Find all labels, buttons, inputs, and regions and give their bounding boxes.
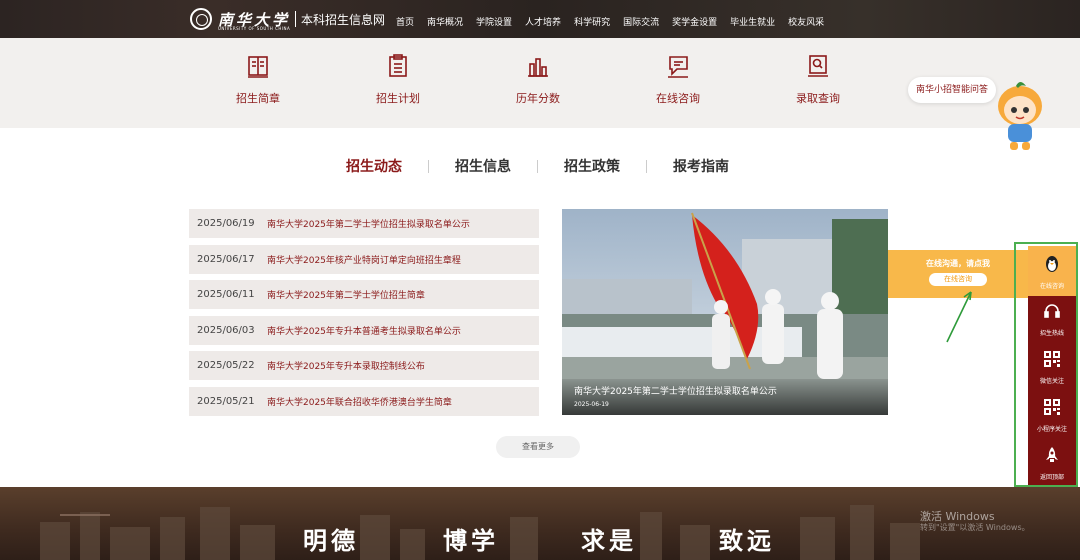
news-title[interactable]: 南华大学2025年联合招收华侨港澳台学生简章 — [267, 395, 452, 408]
tab-divider — [646, 159, 647, 173]
penguin-icon — [1046, 256, 1058, 272]
motto-word: 博学 — [443, 527, 499, 555]
news-date: 2025/06/03 — [197, 324, 255, 336]
news-tabs: 招生动态 招生信息 招生政策 报考指南 — [346, 156, 729, 176]
news-date: 2025/05/21 — [197, 395, 255, 407]
sidebar-wechat[interactable]: 微信关注 — [1028, 350, 1076, 385]
qr-code-icon — [1044, 399, 1060, 415]
photo-title[interactable]: 南华大学2025年第二学士学位招生拟录取名单公示 — [574, 384, 876, 397]
nav-colleges[interactable]: 学院设置 — [476, 15, 512, 28]
mascot-icon[interactable] — [990, 80, 1050, 152]
quick-link-label: 招生简章 — [236, 92, 280, 105]
news-title[interactable]: 南华大学2025年第二学士学位招生简章 — [267, 288, 425, 301]
nav-talent[interactable]: 人才培养 — [525, 15, 561, 28]
search-document-icon — [808, 55, 828, 77]
top-header: 南华大学 UNIVERSITY OF SOUTH CHINA 本科招生信息网 首… — [0, 0, 1080, 38]
motto-word: 致远 — [719, 527, 775, 555]
motto-word: 求是 — [581, 527, 637, 555]
news-title[interactable]: 南华大学2025年核产业特岗订单定向班招生章程 — [267, 253, 461, 266]
logo-english: UNIVERSITY OF SOUTH CHINA — [218, 26, 291, 31]
qr-code-icon — [1044, 351, 1060, 367]
nav-about[interactable]: 南华概况 — [427, 15, 463, 28]
news-date: 2025/06/19 — [197, 218, 255, 229]
tab-admission-policy[interactable]: 招生政策 — [564, 156, 620, 176]
nav-international[interactable]: 国际交流 — [623, 15, 659, 28]
nav-research[interactable]: 科学研究 — [574, 15, 610, 28]
quick-link-label: 历年分数 — [516, 92, 560, 105]
news-title[interactable]: 南华大学2025年专升本普通考生拟录取名单公示 — [267, 324, 461, 337]
windows-activation-sub: 转到"设置"以激活 Windows。 — [920, 523, 1030, 532]
news-item[interactable]: 2025/06/17 南华大学2025年核产业特岗订单定向班招生章程 — [189, 244, 539, 274]
sidebar-online-consult[interactable]: 在线咨询 — [1028, 246, 1076, 296]
right-floating-sidebar: 在线咨询 招生热线 微信关注 小程序关注 返回顶部 — [1014, 242, 1078, 487]
university-logo[interactable]: 南华大学 UNIVERSITY OF SOUTH CHINA 本科招生信息网 — [190, 7, 385, 31]
news-item[interactable]: 2025/06/19 南华大学2025年第二学士学位招生拟录取名单公示 — [189, 209, 539, 238]
quick-link-label: 在线咨询 — [656, 92, 700, 105]
sidebar-label: 返回顶部 — [1039, 474, 1064, 481]
motto-word: 明德 — [303, 527, 359, 555]
news-title[interactable]: 南华大学2025年专升本录取控制线公布 — [267, 359, 425, 372]
tab-divider — [428, 159, 429, 173]
news-item[interactable]: 2025/06/11 南华大学2025年第二学士学位招生简章 — [189, 280, 539, 309]
quick-link-online-consult[interactable]: 在线咨询 — [633, 54, 723, 106]
news-item[interactable]: 2025/06/03 南华大学2025年专升本普通考生拟录取名单公示 — [189, 315, 539, 345]
news-item[interactable]: 2025/05/22 南华大学2025年专升本录取控制线公布 — [189, 351, 539, 380]
tab-admission-news[interactable]: 招生动态 — [346, 156, 402, 176]
nav-home[interactable]: 首页 — [396, 15, 414, 28]
quick-link-past-scores[interactable]: 历年分数 — [493, 54, 583, 106]
university-seal-icon — [190, 8, 212, 30]
news-list: 2025/06/19 南华大学2025年第二学士学位招生拟录取名单公示 2025… — [189, 209, 539, 422]
book-icon — [248, 56, 268, 78]
sidebar-label: 招生热线 — [1039, 330, 1064, 337]
quick-link-label: 录取查询 — [796, 92, 840, 105]
featured-news-photo[interactable]: 南华大学2025年第二学士学位招生拟录取名单公示 2025-06-19 — [562, 209, 888, 415]
sidebar-hotline[interactable]: 招生热线 — [1028, 302, 1076, 337]
sidebar-panel: 在线咨询 招生热线 微信关注 小程序关注 返回顶部 — [1028, 246, 1076, 485]
news-date: 2025/06/17 — [197, 253, 255, 265]
consult-text: 在线沟通，请点我 — [926, 259, 990, 268]
news-date: 2025/05/22 — [197, 360, 255, 371]
sidebar-label: 微信关注 — [1039, 378, 1064, 385]
consult-button[interactable]: 在线咨询 — [929, 273, 987, 286]
sidebar-label: 在线咨询 — [1039, 283, 1064, 290]
quick-link-enrollment-plan[interactable]: 招生计划 — [353, 54, 443, 106]
sidebar-label: 小程序关注 — [1036, 426, 1067, 433]
city-skyline — [40, 505, 920, 560]
news-title[interactable]: 南华大学2025年第二学士学位招生拟录取名单公示 — [267, 217, 470, 230]
chat-icon — [668, 56, 688, 78]
sidebar-miniprogram[interactable]: 小程序关注 — [1028, 398, 1076, 433]
quick-link-label: 招生计划 — [376, 92, 420, 105]
photo-date: 2025-06-19 — [574, 401, 609, 408]
mascot-bubble[interactable]: 南华小招智能问答 — [908, 77, 997, 103]
tab-admission-info[interactable]: 招生信息 — [455, 156, 511, 176]
clipboard-icon — [389, 54, 407, 77]
news-date: 2025/06/11 — [197, 289, 255, 300]
main-nav: 首页 南华概况 学院设置 人才培养 科学研究 国际交流 奖学金设置 毕业生就业 … — [396, 15, 837, 28]
logo-divider — [295, 11, 297, 27]
site-title: 本科招生信息网 — [301, 12, 386, 27]
nav-scholarship[interactable]: 奖学金设置 — [672, 15, 717, 28]
sidebar-back-to-top[interactable]: 返回顶部 — [1028, 446, 1076, 481]
photo-caption: 南华大学2025年第二学士学位招生拟录取名单公示 2025-06-19 — [562, 379, 888, 415]
quick-link-admission-query[interactable]: 录取查询 — [773, 54, 863, 106]
headset-icon — [1044, 304, 1060, 318]
news-item[interactable]: 2025/05/21 南华大学2025年联合招收华侨港澳台学生简章 — [189, 386, 539, 416]
tab-application-guide[interactable]: 报考指南 — [673, 156, 729, 176]
quick-link-admission-guide[interactable]: 招生简章 — [213, 54, 303, 106]
annotation-arrow-icon — [946, 291, 972, 343]
nav-employment[interactable]: 毕业生就业 — [730, 15, 775, 28]
nav-alumni[interactable]: 校友风采 — [788, 15, 824, 28]
tab-divider — [537, 159, 538, 173]
rocket-icon — [1046, 447, 1058, 462]
motto-banner: 明德 博学 求是 致远 — [0, 487, 1080, 560]
bar-chart-icon — [528, 58, 548, 77]
view-more-button[interactable]: 查看更多 — [496, 436, 580, 458]
